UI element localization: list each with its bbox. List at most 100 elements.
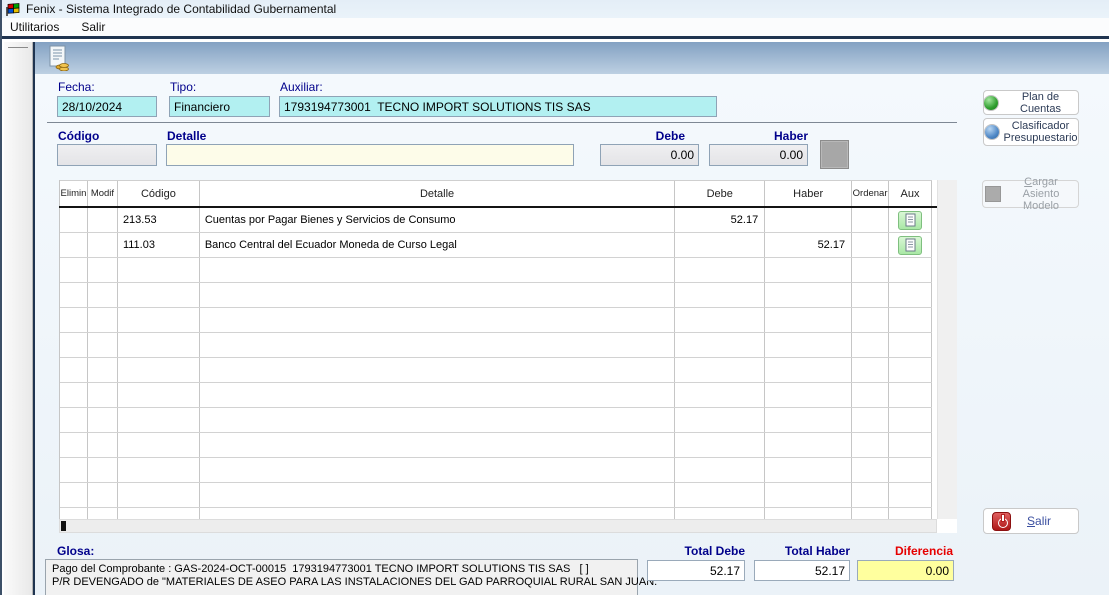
cell-elimin xyxy=(60,258,88,282)
cell-haber xyxy=(765,308,852,332)
cell-haber[interactable]: 52.17 xyxy=(765,233,852,257)
salir-button[interactable]: Salir xyxy=(983,508,1079,534)
total-debe-input[interactable]: 52.17 xyxy=(647,560,745,581)
left-collapsed-panel[interactable] xyxy=(4,42,33,595)
green-sphere-icon xyxy=(984,96,998,110)
haber-label: Haber xyxy=(709,129,808,143)
cell-modif[interactable] xyxy=(88,233,118,257)
ledger-table: EliminModifCódigoDetalleDebeHaberOrdenar… xyxy=(59,180,957,533)
cell-haber xyxy=(765,258,852,282)
cell-aux xyxy=(889,483,932,507)
add-entry-button[interactable] xyxy=(820,140,849,169)
cargar-asiento-modelo-button[interactable]: Cargar Asiento Modelo xyxy=(982,180,1079,208)
cell-modif xyxy=(88,383,118,407)
toolbar xyxy=(35,42,1109,74)
cell-codigo xyxy=(118,258,200,282)
auxiliar-input[interactable]: 1793194773001 TECNO IMPORT SOLUTIONS TIS… xyxy=(279,96,717,117)
cell-debe xyxy=(675,508,765,519)
cell-codigo[interactable]: 111.03 xyxy=(118,233,200,257)
notepad-icon xyxy=(905,238,916,252)
cell-codigo[interactable]: 213.53 xyxy=(118,208,200,232)
codigo-input[interactable] xyxy=(57,144,157,166)
cell-haber[interactable] xyxy=(765,208,852,232)
column-header-modif[interactable]: Modif xyxy=(88,181,118,206)
tipo-input[interactable]: Financiero xyxy=(169,96,270,117)
column-header-haber[interactable]: Haber xyxy=(765,181,852,206)
window-title: Fenix - Sistema Integrado de Contabilida… xyxy=(26,2,336,16)
cell-debe xyxy=(675,383,765,407)
cell-elimin xyxy=(60,383,88,407)
cell-debe[interactable]: 52.17 xyxy=(675,208,765,232)
cell-aux xyxy=(889,408,932,432)
cell-elimin xyxy=(60,358,88,382)
horizontal-scrollbar-thumb[interactable] xyxy=(61,521,66,531)
cell-debe xyxy=(675,283,765,307)
clasificador-label: Clasificador Presupuestario xyxy=(1004,120,1078,144)
cell-haber xyxy=(765,433,852,457)
cell-codigo xyxy=(118,308,200,332)
cell-aux[interactable] xyxy=(889,233,932,257)
haber-input[interactable]: 0.00 xyxy=(709,144,808,166)
table-vertical-scrollbar[interactable] xyxy=(937,180,957,519)
plan-de-cuentas-button[interactable]: Plan de Cuentas xyxy=(983,90,1079,115)
cell-debe[interactable] xyxy=(675,233,765,257)
column-header-aux[interactable]: Aux xyxy=(889,181,932,206)
windows-logo-icon xyxy=(5,2,21,16)
cell-aux xyxy=(889,258,932,282)
debe-input[interactable]: 0.00 xyxy=(600,144,699,166)
fecha-label: Fecha: xyxy=(58,80,95,94)
splitter-handle[interactable] xyxy=(8,47,28,48)
diferencia-input[interactable]: 0.00 xyxy=(857,560,954,581)
column-header-codigo[interactable]: Código xyxy=(118,181,200,206)
column-header-debe[interactable]: Debe xyxy=(675,181,765,206)
table-row-empty xyxy=(60,308,932,333)
cell-ordenar[interactable] xyxy=(852,233,889,257)
clasificador-presupuestario-button[interactable]: Clasificador Presupuestario xyxy=(983,118,1079,146)
cell-ordenar xyxy=(852,433,889,457)
cell-elimin[interactable] xyxy=(60,208,88,232)
cell-debe xyxy=(675,258,765,282)
cell-detalle xyxy=(200,333,675,357)
cell-detalle xyxy=(200,358,675,382)
column-header-elimin[interactable]: Elimin xyxy=(60,181,88,206)
table-row-empty xyxy=(60,333,932,358)
cell-codigo xyxy=(118,483,200,507)
table-row[interactable]: 213.53Cuentas por Pagar Bienes y Servici… xyxy=(60,208,932,233)
document-coins-icon[interactable] xyxy=(48,45,70,71)
table-header-row: EliminModifCódigoDetalleDebeHaberOrdenar… xyxy=(60,180,932,206)
cell-aux xyxy=(889,308,932,332)
aux-detail-button[interactable] xyxy=(898,236,922,255)
table-horizontal-scrollbar[interactable] xyxy=(59,519,937,533)
notepad-icon xyxy=(905,213,916,227)
menu-salir[interactable]: Salir xyxy=(81,20,105,34)
cell-haber xyxy=(765,283,852,307)
aux-detail-button[interactable] xyxy=(898,211,922,230)
cell-modif xyxy=(88,358,118,382)
cell-aux[interactable] xyxy=(889,208,932,232)
cell-ordenar xyxy=(852,258,889,282)
entry-form-panel: Fecha: Tipo: Auxiliar: 28/10/2024 Financ… xyxy=(35,74,1109,595)
cell-ordenar[interactable] xyxy=(852,208,889,232)
cell-elimin xyxy=(60,508,88,519)
table-row-empty xyxy=(60,508,932,519)
cell-modif xyxy=(88,333,118,357)
detalle-input[interactable] xyxy=(166,144,574,166)
total-haber-input[interactable]: 52.17 xyxy=(754,560,850,581)
cell-detalle[interactable]: Cuentas por Pagar Bienes y Servicios de … xyxy=(200,208,675,232)
cell-ordenar xyxy=(852,283,889,307)
cell-haber xyxy=(765,383,852,407)
table-row-empty xyxy=(60,408,932,433)
glosa-textarea[interactable]: Pago del Comprobante : GAS-2024-OCT-0001… xyxy=(45,559,638,595)
cell-elimin xyxy=(60,433,88,457)
cell-modif[interactable] xyxy=(88,208,118,232)
table-row[interactable]: 111.03Banco Central del Ecuador Moneda d… xyxy=(60,233,932,258)
title-bar: Fenix - Sistema Integrado de Contabilida… xyxy=(2,0,1109,18)
cell-elimin[interactable] xyxy=(60,233,88,257)
fecha-input[interactable]: 28/10/2024 xyxy=(57,96,157,117)
column-header-detalle[interactable]: Detalle xyxy=(200,181,675,206)
cell-debe xyxy=(675,458,765,482)
cell-detalle[interactable]: Banco Central del Ecuador Moneda de Curs… xyxy=(200,233,675,257)
table-body: 213.53Cuentas por Pagar Bienes y Servici… xyxy=(59,208,932,519)
menu-utilitarios[interactable]: Utilitarios xyxy=(10,20,59,34)
column-header-ordenar[interactable]: Ordenar xyxy=(852,181,889,206)
